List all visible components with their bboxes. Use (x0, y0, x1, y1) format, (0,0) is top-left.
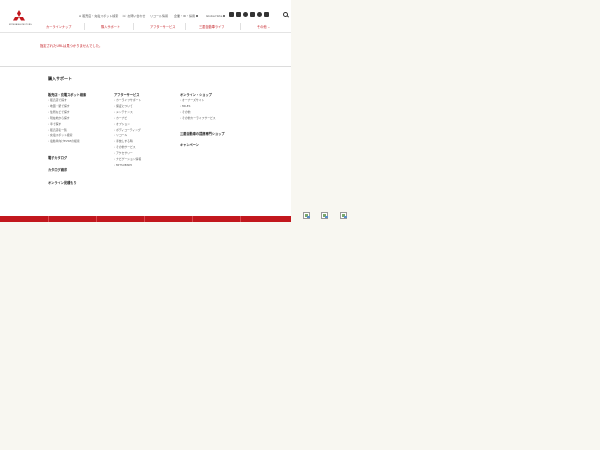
youtube-icon[interactable] (250, 12, 255, 17)
util-link-contact[interactable]: ☏ お問い合わせ (122, 13, 145, 19)
util-link-label: 企業・IR・採用 (174, 14, 195, 18)
facebook-icon[interactable] (229, 12, 234, 17)
footer-link-catalog-request[interactable]: カタログ請求 (48, 167, 67, 172)
list-item[interactable]: MITSUBISHI (114, 163, 141, 169)
logo-text: MITSUBISHI MOTORS (9, 24, 32, 26)
social-links (229, 12, 269, 17)
util-link-corporate[interactable]: 企業・IR・採用 (174, 13, 198, 19)
footer-link-catalog[interactable]: 電子カタログ (48, 155, 67, 160)
nav-item-purchase-support[interactable]: 購入サポート (101, 23, 120, 30)
util-link-recall[interactable]: リコール情報 (150, 13, 168, 19)
line-icon[interactable] (243, 12, 248, 17)
not-found-message: 指定されたURLは見つかりませんでした。 (40, 44, 103, 48)
footer-link-shop[interactable]: 三菱自動車の提携専門ショップ (180, 131, 225, 136)
broken-image-icon (340, 212, 347, 219)
external-link-icon (195, 15, 198, 17)
bar-divider (48, 216, 49, 222)
nav-label: 購入サポート (101, 25, 121, 29)
nav-divider (84, 23, 85, 30)
util-link-label: 販売店・充電スポット検索 (82, 14, 119, 18)
footer-col2-head[interactable]: アフターサービス (114, 92, 139, 97)
nav-item-other[interactable]: その他 ⌄ (257, 23, 270, 30)
site-header: MITSUBISHI MOTORS ⌂ 販売店・充電スポット検索 ☏ お問い合わ… (0, 0, 291, 33)
bar-divider (96, 216, 97, 222)
bar-divider (192, 216, 193, 222)
nav-label: その他 (257, 25, 267, 29)
util-link-dealer-search[interactable]: ⌂ 販売店・充電スポット検索 (79, 13, 118, 19)
phone-icon: ☏ (122, 14, 127, 18)
footer-link-campaign[interactable]: キャンペーン (180, 142, 199, 147)
instagram-icon[interactable] (257, 12, 262, 17)
section-divider (0, 66, 291, 67)
twitter-icon[interactable] (236, 12, 241, 17)
footer-col3-head[interactable]: オンライン・ショップ (180, 92, 212, 97)
nav-label: アフターサービス (150, 25, 176, 29)
search-icon[interactable] (283, 12, 288, 17)
mitsubishi-logo-icon[interactable] (12, 10, 26, 24)
util-link-global[interactable]: Global Site (206, 13, 226, 19)
chevron-down-icon: ⌄ (267, 24, 271, 29)
nav-divider (185, 23, 186, 30)
footer-col2-list: カーライフサポート 保証について メンテナンス カーナビ オプション ボディコー… (114, 98, 141, 169)
util-link-label: Global Site (206, 14, 223, 18)
footer-col3-list: オーナーズサイト MILES その他 その他カーライフサービス (180, 98, 216, 122)
nav-item-car-lineup[interactable]: カーラインナップ (46, 23, 72, 30)
nav-item-life[interactable]: 三菱自動車ライフ (199, 23, 225, 30)
nav-label: カーラインナップ (46, 25, 72, 29)
util-link-label: お問い合わせ (127, 14, 146, 18)
footer-red-bar (0, 216, 291, 222)
nav-divider (133, 23, 134, 30)
nav-label: 三菱自動車ライフ (199, 25, 225, 29)
bar-divider (240, 216, 241, 222)
mail-icon[interactable] (264, 12, 269, 17)
broken-image-icon (321, 212, 328, 219)
nav-divider (240, 23, 241, 30)
store-icon: ⌂ (79, 14, 82, 18)
list-item[interactable]: その他カーライフサービス (180, 116, 216, 122)
page-canvas: MITSUBISHI MOTORS ⌂ 販売店・充電スポット検索 ☏ お問い合わ… (0, 0, 291, 222)
external-link-icon (223, 15, 226, 17)
bar-divider (144, 216, 145, 222)
footer-link-online-estimate[interactable]: オンライン見積もり (48, 180, 77, 185)
footer-title: 購入サポート (48, 76, 72, 81)
util-link-label: リコール情報 (150, 14, 169, 18)
nav-item-after-service[interactable]: アフターサービス (150, 23, 175, 30)
broken-image-icon (303, 212, 310, 219)
footer-col1-head[interactable]: 販売店・充電スポット検索 (48, 92, 86, 97)
footer-col1-list: 販売店で探す 地図・駅で探す 住所などで探す 現在地から探す 車で探す 販売店名… (48, 98, 80, 145)
list-item[interactable]: 電動車向けEVSEの検索 (48, 139, 80, 145)
